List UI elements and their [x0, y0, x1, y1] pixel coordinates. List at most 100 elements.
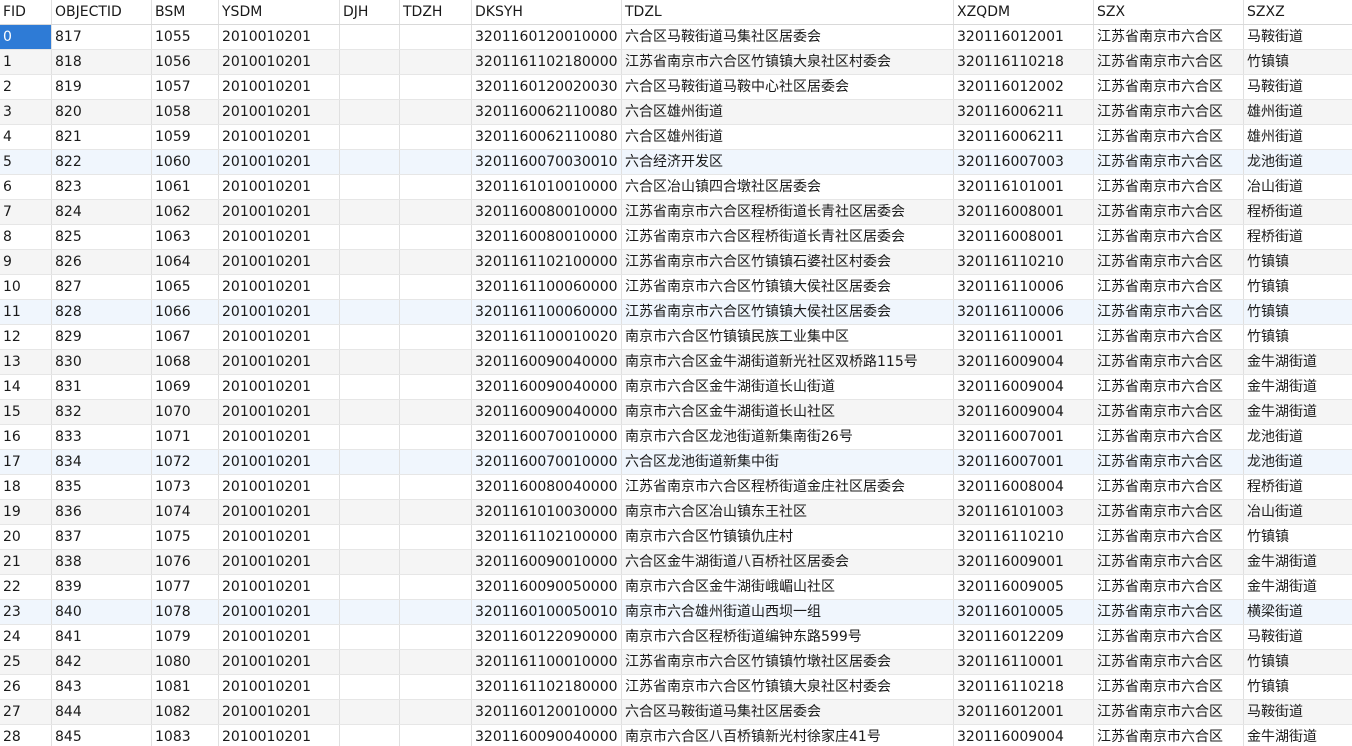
- table-row[interactable]: 2 819 1057 2010010201 3201160120020030 六合区马鞍街…: [0, 75, 1352, 100]
- cell-tdzh[interactable]: [400, 125, 472, 149]
- cell-xzqdm[interactable]: 320116007001: [954, 450, 1094, 474]
- cell-fid[interactable]: 11: [0, 300, 52, 324]
- cell-djh[interactable]: [340, 275, 400, 299]
- table-row[interactable]: 9 826 1064 2010010201 3201161102100000 江苏省南京市…: [0, 250, 1352, 275]
- cell-fid[interactable]: 5: [0, 150, 52, 174]
- cell-djh[interactable]: [340, 300, 400, 324]
- cell-szxz[interactable]: 金牛湖街道: [1244, 350, 1352, 374]
- cell-szxz[interactable]: 横梁街道: [1244, 600, 1352, 624]
- table-row[interactable]: 21 838 1076 2010010201 3201160090010000 六合区金牛…: [0, 550, 1352, 575]
- cell-fid[interactable]: 6: [0, 175, 52, 199]
- cell-dksyh[interactable]: 3201160090050000: [472, 575, 622, 599]
- cell-szx[interactable]: 江苏省南京市六合区: [1094, 400, 1244, 424]
- cell-objectid[interactable]: 832: [52, 400, 152, 424]
- cell-ysdm[interactable]: 2010010201: [219, 525, 340, 549]
- cell-xzqdm[interactable]: 320116009001: [954, 550, 1094, 574]
- cell-bsm[interactable]: 1066: [152, 300, 219, 324]
- cell-fid[interactable]: 21: [0, 550, 52, 574]
- cell-tdzh[interactable]: [400, 625, 472, 649]
- cell-fid[interactable]: 22: [0, 575, 52, 599]
- table-row[interactable]: 19 836 1074 2010010201 3201161010030000 南京市六合…: [0, 500, 1352, 525]
- cell-bsm[interactable]: 1079: [152, 625, 219, 649]
- cell-bsm[interactable]: 1057: [152, 75, 219, 99]
- cell-tdzl[interactable]: 南京市六合区竹镇镇民族工业集中区: [622, 325, 954, 349]
- cell-djh[interactable]: [340, 325, 400, 349]
- cell-szxz[interactable]: 雄州街道: [1244, 125, 1352, 149]
- cell-fid[interactable]: 16: [0, 425, 52, 449]
- cell-dksyh[interactable]: 3201161102180000: [472, 50, 622, 74]
- cell-szx[interactable]: 江苏省南京市六合区: [1094, 600, 1244, 624]
- cell-ysdm[interactable]: 2010010201: [219, 450, 340, 474]
- cell-objectid[interactable]: 826: [52, 250, 152, 274]
- table-row[interactable]: 15 832 1070 2010010201 3201160090040000 南京市六合…: [0, 400, 1352, 425]
- cell-szx[interactable]: 江苏省南京市六合区: [1094, 50, 1244, 74]
- cell-djh[interactable]: [340, 425, 400, 449]
- cell-ysdm[interactable]: 2010010201: [219, 425, 340, 449]
- cell-szxz[interactable]: 金牛湖街道: [1244, 725, 1352, 746]
- cell-bsm[interactable]: 1080: [152, 650, 219, 674]
- cell-ysdm[interactable]: 2010010201: [219, 725, 340, 746]
- cell-ysdm[interactable]: 2010010201: [219, 250, 340, 274]
- cell-objectid[interactable]: 818: [52, 50, 152, 74]
- cell-tdzh[interactable]: [400, 400, 472, 424]
- table-row[interactable]: 10 827 1065 2010010201 3201161100060000 江苏省南京…: [0, 275, 1352, 300]
- cell-xzqdm[interactable]: 320116006211: [954, 125, 1094, 149]
- cell-ysdm[interactable]: 2010010201: [219, 625, 340, 649]
- cell-xzqdm[interactable]: 320116110218: [954, 50, 1094, 74]
- cell-dksyh[interactable]: 3201160090040000: [472, 400, 622, 424]
- cell-ysdm[interactable]: 2010010201: [219, 350, 340, 374]
- cell-fid[interactable]: 2: [0, 75, 52, 99]
- cell-tdzl[interactable]: 江苏省南京市六合区竹镇镇大侯社区居委会: [622, 300, 954, 324]
- cell-objectid[interactable]: 838: [52, 550, 152, 574]
- cell-szxz[interactable]: 金牛湖街道: [1244, 550, 1352, 574]
- cell-ysdm[interactable]: 2010010201: [219, 50, 340, 74]
- cell-tdzh[interactable]: [400, 50, 472, 74]
- cell-szxz[interactable]: 竹镇镇: [1244, 250, 1352, 274]
- cell-djh[interactable]: [340, 650, 400, 674]
- table-row[interactable]: 1 818 1056 2010010201 3201161102180000 江苏省南京市…: [0, 50, 1352, 75]
- cell-xzqdm[interactable]: 320116008001: [954, 225, 1094, 249]
- cell-tdzh[interactable]: [400, 250, 472, 274]
- cell-fid[interactable]: 4: [0, 125, 52, 149]
- cell-djh[interactable]: [340, 175, 400, 199]
- cell-dksyh[interactable]: 3201160100050010: [472, 600, 622, 624]
- cell-tdzh[interactable]: [400, 75, 472, 99]
- cell-xzqdm[interactable]: 320116110006: [954, 275, 1094, 299]
- table-row[interactable]: 6 823 1061 2010010201 3201161010010000 六合区冶山镇…: [0, 175, 1352, 200]
- cell-ysdm[interactable]: 2010010201: [219, 325, 340, 349]
- table-row[interactable]: 23 840 1078 2010010201 3201160100050010 南京市六合…: [0, 600, 1352, 625]
- cell-bsm[interactable]: 1075: [152, 525, 219, 549]
- cell-tdzl[interactable]: 南京市六合区程桥街道编钟东路599号: [622, 625, 954, 649]
- cell-ysdm[interactable]: 2010010201: [219, 125, 340, 149]
- cell-xzqdm[interactable]: 320116012001: [954, 700, 1094, 724]
- cell-xzqdm[interactable]: 320116010005: [954, 600, 1094, 624]
- cell-objectid[interactable]: 820: [52, 100, 152, 124]
- cell-tdzl[interactable]: 六合区雄州街道: [622, 100, 954, 124]
- cell-tdzh[interactable]: [400, 650, 472, 674]
- cell-djh[interactable]: [340, 200, 400, 224]
- cell-bsm[interactable]: 1073: [152, 475, 219, 499]
- cell-tdzh[interactable]: [400, 500, 472, 524]
- cell-tdzh[interactable]: [400, 725, 472, 746]
- cell-objectid[interactable]: 824: [52, 200, 152, 224]
- cell-tdzh[interactable]: [400, 475, 472, 499]
- cell-dksyh[interactable]: 3201160080010000: [472, 200, 622, 224]
- cell-xzqdm[interactable]: 320116110210: [954, 525, 1094, 549]
- cell-tdzl[interactable]: 南京市六合区龙池街道新集南街26号: [622, 425, 954, 449]
- cell-tdzh[interactable]: [400, 200, 472, 224]
- cell-fid[interactable]: 12: [0, 325, 52, 349]
- cell-objectid[interactable]: 834: [52, 450, 152, 474]
- cell-bsm[interactable]: 1082: [152, 700, 219, 724]
- column-header-dksyh[interactable]: DKSYH: [472, 0, 622, 24]
- cell-dksyh[interactable]: 3201161102180000: [472, 675, 622, 699]
- cell-tdzl[interactable]: 六合区马鞍街道马鞍中心社区居委会: [622, 75, 954, 99]
- cell-tdzh[interactable]: [400, 175, 472, 199]
- table-row[interactable]: 5 822 1060 2010010201 3201160070030010 六合经济开发…: [0, 150, 1352, 175]
- cell-dksyh[interactable]: 3201161010030000: [472, 500, 622, 524]
- cell-bsm[interactable]: 1063: [152, 225, 219, 249]
- cell-szxz[interactable]: 冶山街道: [1244, 175, 1352, 199]
- cell-djh[interactable]: [340, 625, 400, 649]
- table-row[interactable]: 25 842 1080 2010010201 3201161100010000 江苏省南京…: [0, 650, 1352, 675]
- cell-bsm[interactable]: 1070: [152, 400, 219, 424]
- cell-objectid[interactable]: 833: [52, 425, 152, 449]
